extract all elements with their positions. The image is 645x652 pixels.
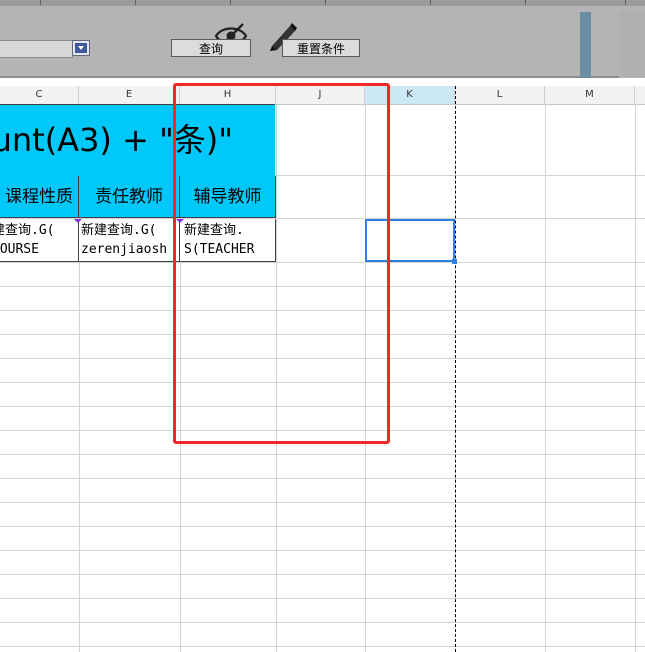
gridline [0, 526, 645, 527]
highlight-annotation [173, 83, 390, 444]
parameter-input[interactable] [0, 40, 73, 58]
query-button[interactable]: 查询 [171, 39, 251, 57]
ruler-tick [430, 0, 431, 5]
gridline [545, 104, 546, 652]
gridline [0, 598, 645, 599]
gridline [0, 574, 645, 575]
header-cell-responsible-teacher[interactable]: 责任教师 [79, 176, 180, 218]
gridline [635, 104, 636, 652]
fill-handle[interactable] [452, 259, 457, 264]
gridline [0, 478, 645, 479]
column-header-c[interactable]: C [0, 86, 79, 104]
reset-conditions-button[interactable]: 重置条件 [282, 39, 360, 57]
header-cell-course-type[interactable]: 课程性质 [0, 176, 79, 218]
page-break-line [455, 86, 456, 652]
dropdown-button[interactable] [72, 40, 90, 56]
chevron-down-icon [75, 43, 87, 53]
ruler-tick [135, 0, 136, 5]
ruler-tick [525, 0, 526, 5]
gridline [0, 646, 645, 647]
gridline [0, 550, 645, 551]
ruler-tick [230, 0, 231, 5]
column-header-m[interactable]: M [545, 86, 635, 104]
column-header-e[interactable]: E [79, 86, 180, 104]
gridline [0, 622, 645, 623]
ruler-tick [325, 0, 326, 5]
formula-marker [74, 219, 82, 223]
parameter-panel: 查询 重置条件 [0, 6, 645, 82]
cell-formula-line: 新建查询.G( [81, 223, 157, 238]
cell-formula-line: 建查询.G( [0, 223, 55, 238]
cell-formula-line: COURSE [0, 242, 39, 257]
report-sheet[interactable]: C E H J K L M ount(A3) + "条)" 课程性质 责任教师 … [0, 78, 645, 652]
ruler-tick [40, 0, 41, 5]
gridline [0, 502, 645, 503]
gridline [0, 454, 645, 455]
panel-edge [619, 12, 645, 82]
ruler-tick [625, 0, 626, 5]
column-header-l[interactable]: L [455, 86, 545, 104]
cell-formula-line: zerenjiaosh [81, 242, 168, 257]
data-cell-course[interactable]: 建查询.G( COURSE [0, 219, 79, 262]
panel-splitter[interactable] [580, 12, 591, 82]
data-cell-responsible[interactable]: 新建查询.G( zerenjiaosh [79, 219, 180, 262]
